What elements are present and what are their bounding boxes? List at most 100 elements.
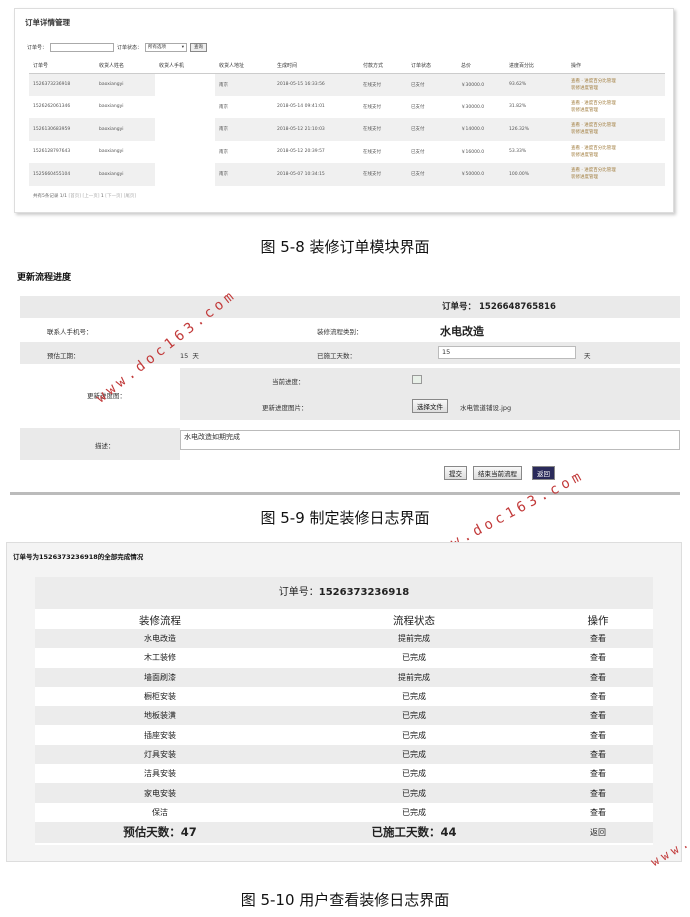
choose-file-button[interactable]: 选择文件 [412,399,448,413]
worked-days-unit: 天 [584,352,591,360]
worked-days-summary: 已施工天数：44 [285,821,543,843]
estimate-label: 预估工期： [47,352,80,360]
table-row: 洁具安装 已完成 查看 [35,764,653,783]
table-header-row: 装修流程 流程状态 操作 [35,611,653,629]
renovation-progress-link[interactable]: 装修进度管理 [571,174,665,181]
renovation-progress-link[interactable]: 装修进度管理 [571,85,665,92]
table-row: 灯具安装 已完成 查看 [35,744,653,765]
column-header: 操作 [567,59,665,74]
row-actions: 查看 · 进度百分比管理 装修进度管理 [567,96,665,119]
process-state: 已完成 [285,706,543,726]
view-link[interactable]: 查看 [543,667,653,687]
row-actions: 查看 · 进度百分比管理 装修进度管理 [567,73,665,96]
renovation-progress-link[interactable]: 装修进度管理 [571,107,665,114]
table-row: 水电改造 提前完成 查看 [35,629,653,649]
description-textarea[interactable]: 水电改造如期完成 [180,430,680,450]
submit-button[interactable]: 提交 [444,466,467,480]
process-state: 已完成 [402,692,426,702]
table-header-row: 订单号 收货人姓名 收货人手机 收货人地址 生成时间 付款方式 订单状态 总价 … [29,59,665,74]
order-number: 1525660455104 [29,163,95,186]
process-state: 提前完成 [285,667,543,687]
receiver-name: baoxiangyi [99,104,124,110]
prev-page-link[interactable]: [上一页] [82,194,99,199]
estimate-unit: 天 [192,352,199,360]
view-link[interactable]: 查看 [543,783,653,803]
receiver-phone [155,140,215,163]
table-row: 1525660455104 baoxiangyi 南京 2018-05-07 1… [29,163,665,186]
worked-days-input[interactable]: 15 [438,346,576,359]
receiver-address: 南京 [219,104,228,110]
finish-step-button[interactable]: 结束当前流程 [473,466,522,480]
progress-percent: 31.82% [509,104,527,110]
created-time: 2018-05-12 20:39:57 [277,149,325,155]
view-link[interactable]: 查看 [543,706,653,726]
query-button[interactable]: 查询 [190,43,208,52]
receiver-name: baoxiangyi [95,163,155,186]
selected-file-name: 水电管道铺设.jpg [460,404,512,412]
receiver-name: baoxiangyi [95,118,155,141]
view-link[interactable]: 查看 [543,629,653,649]
summary-row: 预估天数：47 已施工天数：44 返回 [35,821,653,843]
column-header: 收货人地址 [215,59,273,74]
progress-percent: 126.32% [505,118,567,141]
view-link[interactable]: 查看 [543,648,653,667]
progress-percent: 100.00% [505,163,567,186]
process-state: 已完成 [402,769,426,779]
description-label: 描述： [95,442,115,450]
view-progress-link[interactable]: 查看 · 进度百分比管理 [571,78,665,85]
receiver-address: 南京 [215,118,273,141]
last-page-link[interactable]: [尾页] [124,194,137,199]
back-link[interactable]: 返回 [543,821,653,843]
receiver-phone [155,73,215,96]
estimate-value: 15 天 [180,350,199,360]
order-number-input[interactable] [50,43,115,52]
payment-method: 在线支付 [363,149,381,155]
column-header: 总价 [457,59,505,74]
total-price: ￥14000.0 [457,118,505,141]
broken-image-icon [412,375,422,384]
back-button[interactable]: 返回 [532,466,555,480]
receiver-phone [155,95,215,118]
table-row: 插座安装 已完成 查看 [35,725,653,744]
column-header: 生成时间 [273,59,359,74]
process-state: 已完成 [402,807,426,817]
view-link[interactable]: 查看 [543,744,653,765]
order-number-label: 订单号： [27,45,48,51]
form-title: 更新流程进度 [17,273,72,283]
column-header: 订单状态 [407,59,457,74]
next-page-link[interactable]: [下一页] [105,194,122,199]
column-header: 流程状态 [393,614,435,627]
category-value: 水电改造 [440,325,484,338]
row-actions: 查看 · 进度百分比管理 装修进度管理 [567,141,665,164]
renovation-progress-link[interactable]: 装修进度管理 [571,129,665,136]
first-page-link[interactable]: [首页] [68,194,81,199]
payment-method: 在线支付 [359,118,407,141]
order-status: 已支付 [407,163,457,186]
view-link[interactable]: 查看 [543,803,653,822]
order-status-label: 订单状态： [117,45,143,51]
payment-method: 在线支付 [363,104,381,110]
view-progress-link[interactable]: 查看 · 进度百分比管理 [571,122,665,129]
order-status-select[interactable]: 所有选项 ▾ [145,43,188,52]
panel-title: 订单号为1526373236918的全部完成情况 [13,553,144,561]
view-link[interactable]: 查看 [543,687,653,706]
view-link[interactable]: 查看 [543,764,653,783]
column-header: 收货人姓名 [95,59,155,74]
order-number: 1526128797643 [33,149,71,155]
pagination: 共有5条记录 1/1 [首页] [上一页] 1 [下一页] [尾页] [33,193,136,199]
renovation-progress-link[interactable]: 装修进度管理 [571,152,665,159]
order-number: 1526130683959 [29,118,95,141]
view-progress-link[interactable]: 查看 · 进度百分比管理 [571,145,665,152]
column-header: 收货人手机 [155,59,215,74]
row-actions: 查看 · 进度百分比管理 装修进度管理 [567,163,665,186]
progress-percent: 93.62% [505,73,567,96]
total-price: ￥50000.0 [457,163,505,186]
process-state: 已完成 [402,730,426,740]
view-progress-link[interactable]: 查看 · 进度百分比管理 [571,167,665,174]
created-time: 2018-05-15 16:33:56 [273,73,359,96]
view-link[interactable]: 查看 [543,725,653,744]
payment-method: 在线支付 [359,73,407,96]
process-step: 水电改造 [35,629,285,649]
view-progress-link[interactable]: 查看 · 进度百分比管理 [571,100,665,107]
order-label: 订单号： [442,302,477,312]
